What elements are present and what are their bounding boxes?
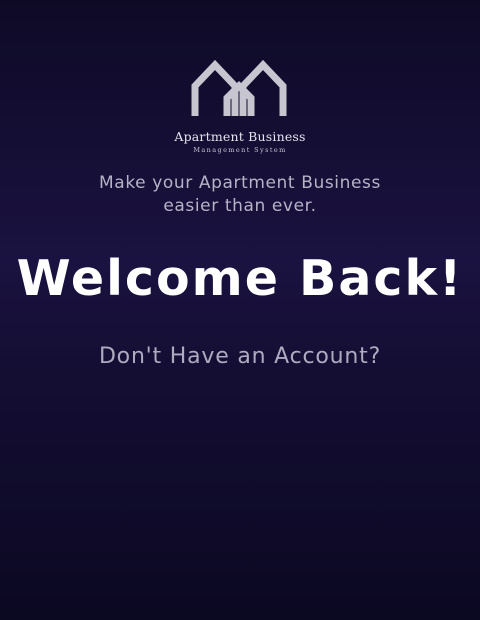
houses-logo-icon [0, 56, 480, 122]
tagline: Make your Apartment Business easier than… [0, 172, 480, 218]
tagline-line-2: easier than ever. [163, 196, 317, 216]
signup-link[interactable]: Don't Have an Account? [0, 344, 480, 369]
brand-subtitle: Management System [193, 146, 287, 154]
app-logo: Apartment Business Management System [0, 56, 480, 154]
brand-name: Apartment Business [174, 129, 306, 144]
tagline-line-1: Make your Apartment Business [99, 173, 381, 193]
page-title: Welcome Back! [16, 250, 464, 307]
